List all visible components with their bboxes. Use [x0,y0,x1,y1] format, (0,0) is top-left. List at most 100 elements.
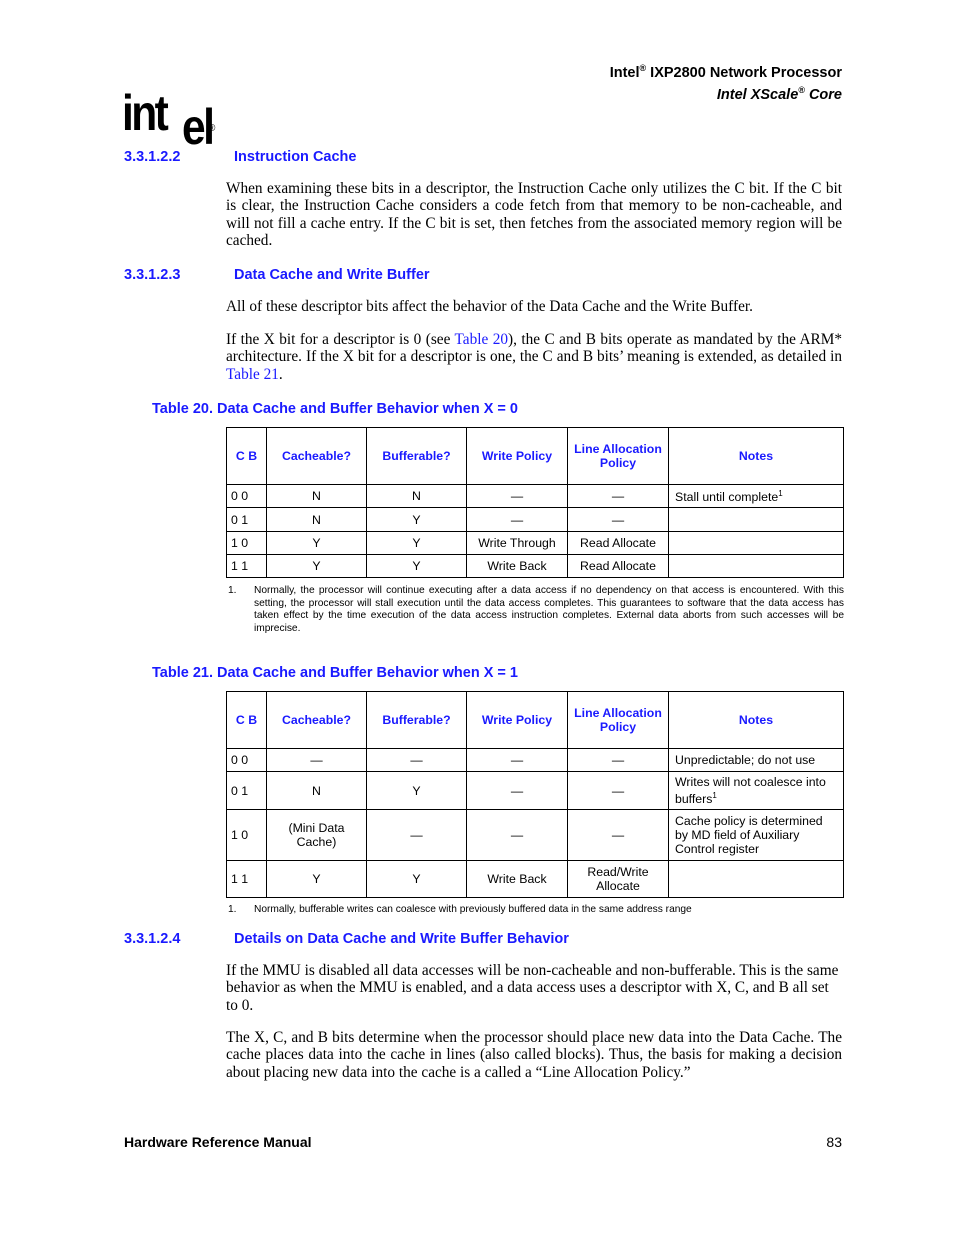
table-row: 1 1 Y Y Write Back Read Allocate [226,554,844,578]
note-text: Writes will not coalesce into buffers [675,774,826,807]
cell: Write Back [466,860,568,898]
cell: — [567,507,669,532]
column-header: Write Policy [466,691,568,749]
table-row: 1 0 (Mini Data Cache) — — — Cache policy… [226,809,844,861]
cell: 1 1 [226,860,267,898]
paragraph: The X, C, and B bits determine when the … [226,1029,842,1081]
cell: N [266,771,367,810]
cell: 1 0 [226,809,267,861]
cell-notes: Stall until complete1 [668,484,844,508]
cell: — [567,748,669,772]
column-header: C B [226,691,267,749]
table-20: C B Cacheable? Bufferable? Write Policy … [226,427,844,578]
column-header: Bufferable? [366,691,467,749]
cell: — [466,771,568,810]
table-row: 0 0 N N — — Stall until complete1 [226,484,844,508]
cell: Y [366,554,467,578]
note-text: Stall until complete [675,490,779,505]
section-title: Data Cache and Write Buffer [234,267,430,283]
cell: N [266,507,367,532]
cell-notes [668,554,844,578]
table-row: 0 1 N Y — — Writes will not coalesce int… [226,771,844,810]
cell: Y [266,554,367,578]
cell: — [466,809,568,861]
column-header: Notes [668,691,844,749]
footnote-text: Normally, the processor will continue ex… [254,585,844,634]
cell: Y [366,507,467,532]
cell-notes: Unpredictable; do not use [668,748,844,772]
section-number: 3.3.1.2.2 [124,149,181,165]
column-header: C B [226,427,267,485]
header-line-2: Intel XScale® Core [610,82,842,104]
header-product: IXP2800 Network Processor [646,64,842,81]
column-header: Cacheable? [266,691,367,749]
cell: — [366,748,467,772]
section-heading-data-cache: 3.3.1.2.3 Data Cache and Write Buffer [124,267,430,283]
cell: Write Through [466,531,568,555]
column-header: Line Allocation Policy [567,427,669,485]
page-number: 83 [826,1134,842,1150]
table-21: C B Cacheable? Bufferable? Write Policy … [226,691,844,898]
footer-title: Hardware Reference Manual [124,1134,312,1150]
column-header: Line Allocation Policy [567,691,669,749]
table-header-row: C B Cacheable? Bufferable? Write Policy … [226,427,844,485]
cell: Read Allocate [567,554,669,578]
footnote-number: 1. [228,585,237,596]
cell: — [567,809,669,861]
section-number: 3.3.1.2.4 [124,931,181,947]
section-title: Instruction Cache [234,149,357,165]
cell: Y [366,531,467,555]
text: . [278,365,283,383]
cell: Read Allocate [567,531,669,555]
cell-notes [668,507,844,532]
paragraph: If the X bit for a descriptor is 0 (see … [226,331,842,383]
header-core-suffix: Core [804,86,842,103]
cell: 0 1 [226,507,267,532]
cell: N [266,484,367,508]
running-header: Intel® IXP2800 Network Processor Intel X… [610,60,842,104]
registered-mark: ® [798,84,805,95]
table-row: 0 1 N Y — — [226,507,844,532]
cell-notes: Writes will not coalesce into buffers1 [668,771,844,810]
cell: — [567,771,669,810]
cell: Y [366,771,467,810]
cell: — [466,507,568,532]
table-header-row: C B Cacheable? Bufferable? Write Policy … [226,691,844,749]
cell: Y [366,860,467,898]
footnote-ref: 1 [712,790,717,800]
logo-registered-mark: ® [208,123,216,134]
cell: Write Back [466,554,568,578]
cell: — [466,748,568,772]
table-caption: Table 21. Data Cache and Buffer Behavior… [152,665,518,681]
table-row: 1 0 Y Y Write Through Read Allocate [226,531,844,555]
column-header: Cacheable? [266,427,367,485]
header-core: Intel XScale [716,86,799,103]
column-header: Write Policy [466,427,568,485]
logo-text-int: int [122,85,169,141]
link-table-20[interactable]: Table 20 [455,331,509,348]
cell: — [466,484,568,508]
cell: — [567,484,669,508]
text: If the X bit for a descriptor is 0 (see [226,331,455,348]
footnote-number: 1. [228,904,237,915]
cell: 1 0 [226,531,267,555]
cell-notes [668,860,844,898]
table-20-footnote: 1. Normally, the processor will continue… [228,585,844,635]
cell: 0 0 [226,748,267,772]
table-21-footnote: 1. Normally, bufferable writes can coale… [228,904,844,917]
header-brand: Intel [609,64,640,81]
cell: Read/Write Allocate [567,860,669,898]
cell: (Mini Data Cache) [266,809,367,861]
footnote-text: Normally, bufferable writes can coalesce… [254,904,692,915]
section-heading-instruction-cache: 3.3.1.2.2 Instruction Cache [124,149,356,165]
cell-notes [668,531,844,555]
cell-notes: Cache policy is determined by MD field o… [668,809,844,861]
cell: 1 1 [226,554,267,578]
link-table-21[interactable]: Table 21 [226,366,279,383]
intel-logo: int el ® [122,85,222,152]
footnote-ref: 1 [778,489,783,499]
cell: 0 1 [226,771,267,810]
table-row: 1 1 Y Y Write Back Read/Write Allocate [226,860,844,898]
header-line-1: Intel® IXP2800 Network Processor [610,60,842,82]
cell: Y [266,860,367,898]
